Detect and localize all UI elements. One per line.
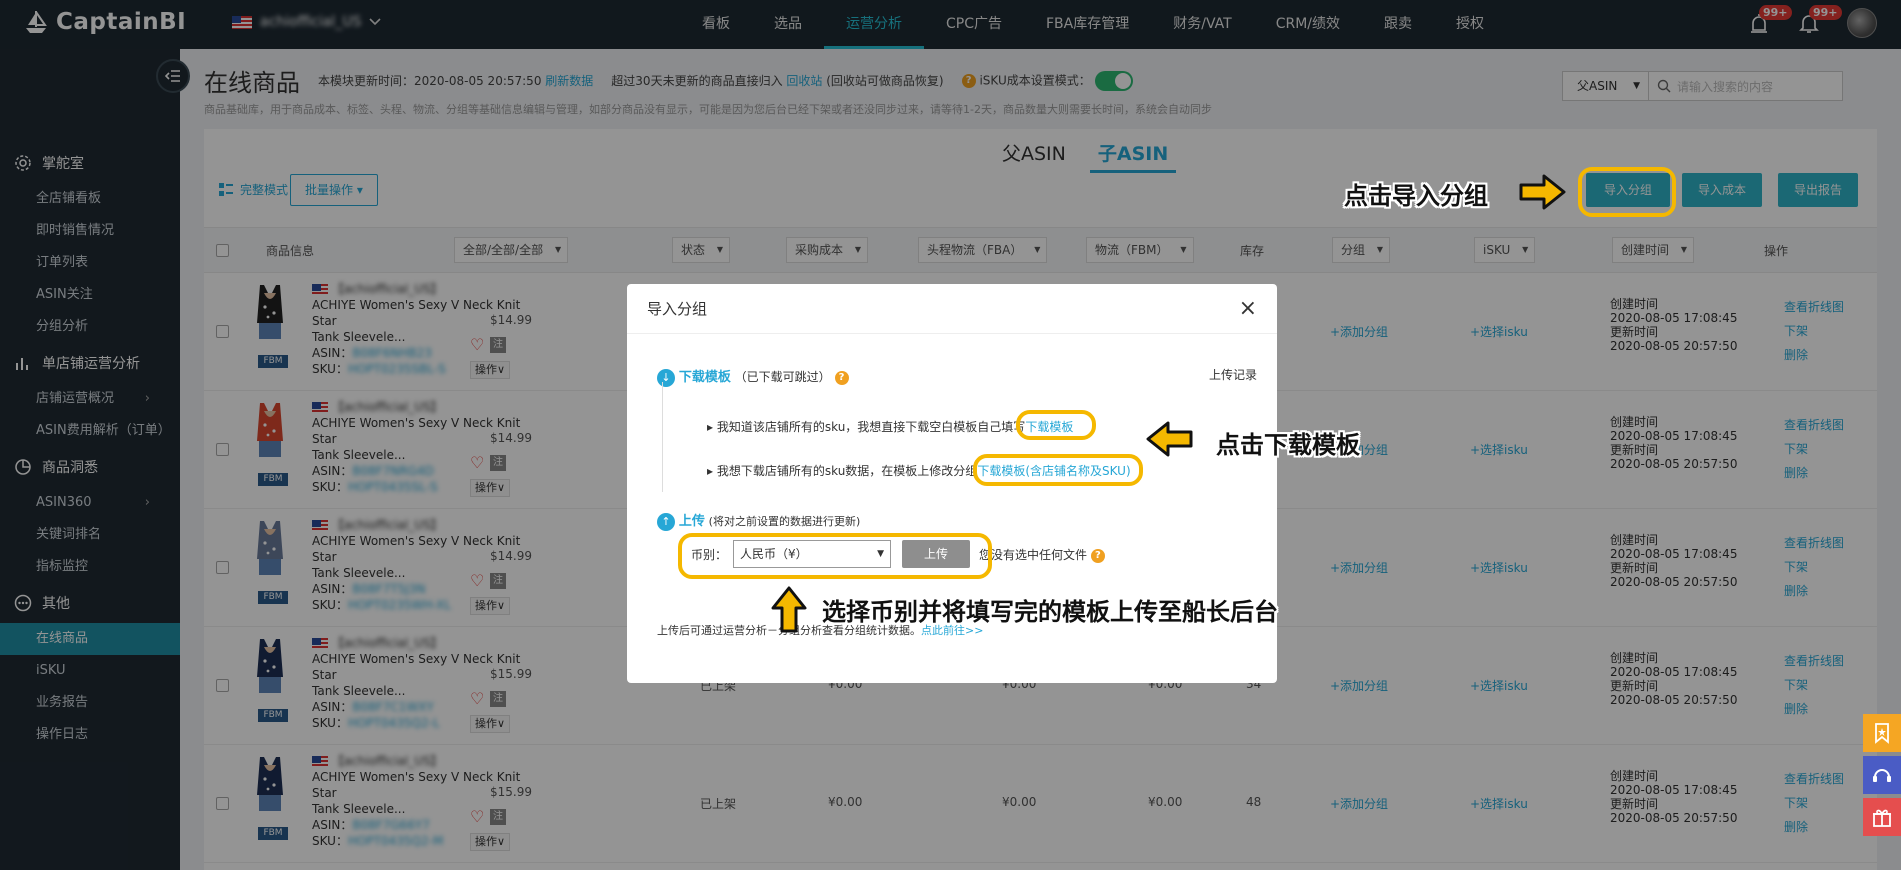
download-sku-text: 我想下载店铺所有的sku数据，在模板上修改分组 <box>716 464 978 478</box>
step-download-note: （已下载可跳过） <box>734 370 831 384</box>
annotation-select-currency-upload: 选择币别并将填写完的模板上传至船长后台 <box>822 598 1278 626</box>
download-icon: ↓ <box>657 368 675 387</box>
highlight-download-sku-template <box>973 454 1143 486</box>
highlight-download-template <box>1016 410 1096 440</box>
download-blank-text: 我知道该店铺所有的sku，我想直接下载空白模板自己填写 <box>716 420 1026 434</box>
gift-icon <box>1871 806 1893 828</box>
gift-float-button[interactable] <box>1863 798 1901 836</box>
dialog-title: 导入分组 <box>647 300 708 318</box>
highlight-import-group <box>1578 167 1676 217</box>
support-float-button[interactable] <box>1863 756 1901 794</box>
help-icon[interactable]: ? <box>1090 548 1105 563</box>
highlight-currency-upload <box>678 533 992 579</box>
close-icon[interactable]: × <box>1239 296 1257 321</box>
arrow-right-icon <box>1518 172 1568 212</box>
no-file-text: 您没有选中任何文件 <box>979 548 1088 562</box>
step-upload: ↑ 上传 (将对之前设置的数据进行更新) <box>657 510 860 531</box>
dialog-header: 导入分组 × <box>627 284 1277 334</box>
annotation-click-download-template: 点击下载模板 <box>1216 431 1360 459</box>
headset-icon <box>1871 764 1893 786</box>
help-icon[interactable]: ? <box>834 370 849 385</box>
step-download-title: 下载模板 <box>678 370 731 385</box>
step-download: ↓ 下载模板 （已下载可跳过） ? <box>657 366 849 387</box>
step-upload-note: (将对之前设置的数据进行更新) <box>708 515 861 528</box>
step-divider-line <box>662 382 663 492</box>
upload-log-link[interactable]: 上传记录 <box>1209 366 1257 383</box>
arrow-left-icon <box>1144 419 1194 459</box>
bookmark-icon <box>1872 722 1892 744</box>
upload-icon: ↑ <box>657 512 675 531</box>
step-upload-title: 上传 <box>678 514 705 529</box>
annotation-click-import-group: 点击导入分组 <box>1344 182 1488 210</box>
caret-right-icon: ▸ <box>707 464 714 478</box>
bookmark-float-button[interactable] <box>1863 714 1901 752</box>
arrow-up-icon <box>769 584 809 634</box>
caret-right-icon: ▸ <box>707 420 714 434</box>
no-file-status: 您没有选中任何文件 ? <box>979 546 1105 563</box>
